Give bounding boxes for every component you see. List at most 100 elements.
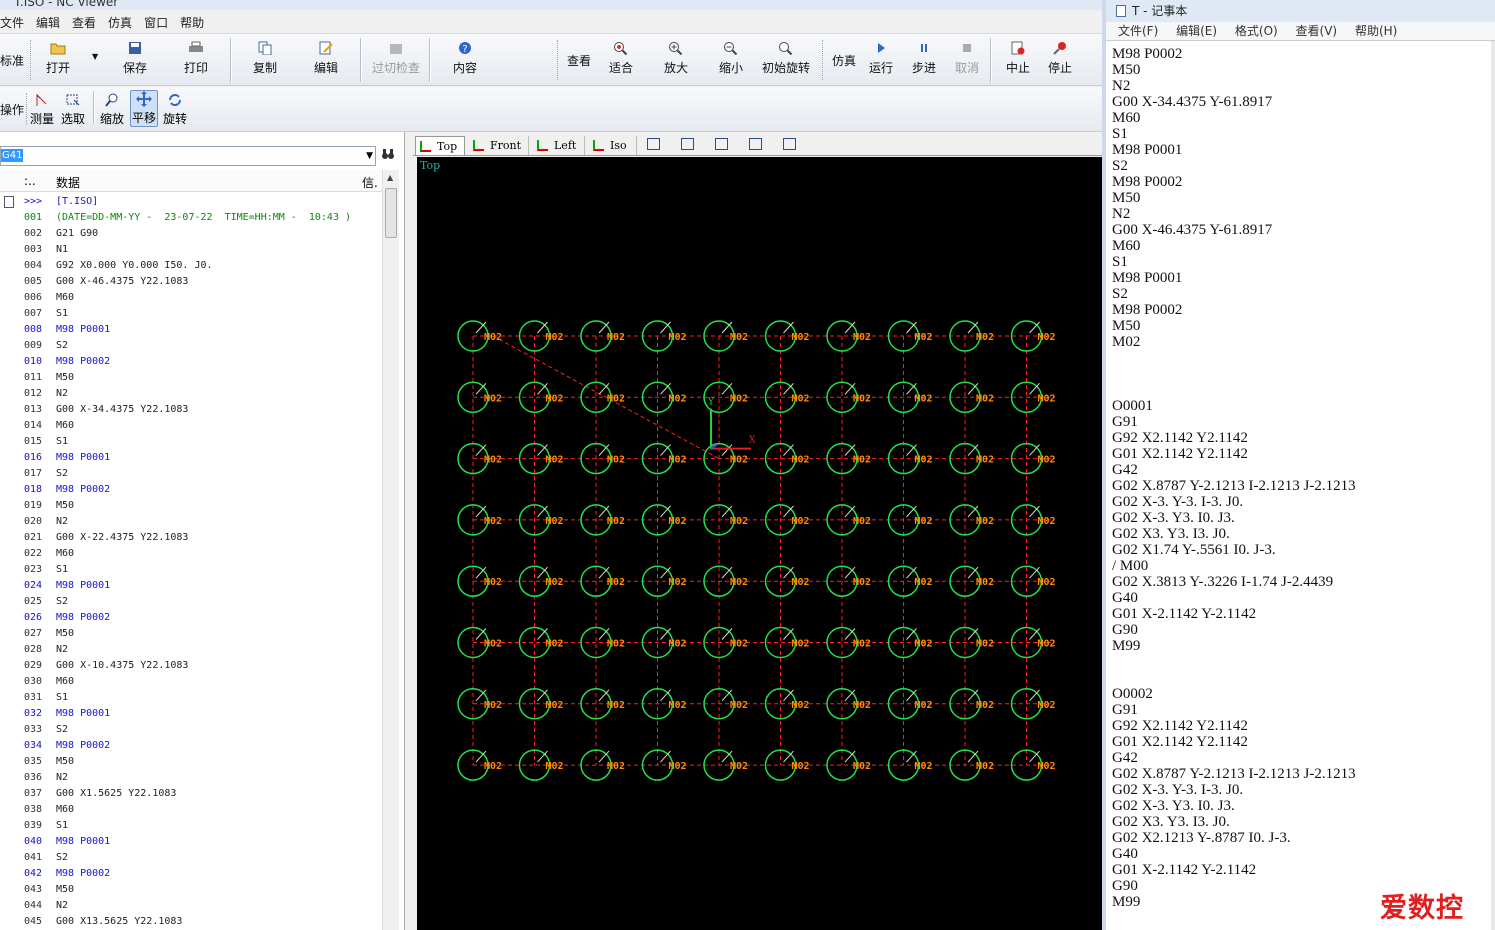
scroll-thumb[interactable]	[385, 188, 397, 238]
code-row[interactable]: 014 M60	[0, 418, 382, 434]
code-row[interactable]: 015 S1	[0, 434, 382, 450]
code-row[interactable]: 003 N1	[0, 242, 382, 258]
tab-left-view[interactable]: Left	[533, 136, 585, 155]
tab-top-view[interactable]: Top	[415, 136, 465, 155]
code-row[interactable]: 012 N2	[0, 386, 382, 402]
step-button[interactable]: 步进	[912, 40, 936, 76]
toolbar-grip[interactable]	[557, 40, 560, 80]
binoculars-find-icon[interactable]	[381, 148, 395, 164]
overcut-check-button[interactable]: 过切检查	[372, 40, 420, 76]
code-row[interactable]: 036 N2	[0, 770, 382, 786]
code-row[interactable]: 042 M98 P0002	[0, 866, 382, 882]
copy-button[interactable]: 复制	[253, 40, 277, 76]
content-button[interactable]: ? 内容	[453, 40, 477, 76]
layout-top-split-icon[interactable]	[749, 138, 762, 150]
code-row[interactable]: 016 M98 P0001	[0, 450, 382, 466]
fit-button[interactable]: 适合	[609, 40, 633, 76]
notepad-menu-format[interactable]: 格式(O)	[1235, 24, 1278, 38]
code-row[interactable]: 027 M50	[0, 626, 382, 642]
menu-window[interactable]: 窗口	[144, 14, 168, 31]
code-row[interactable]: 002 G21 G90	[0, 226, 382, 242]
initial-rotate-button[interactable]: 初始旋转	[762, 40, 810, 76]
open-button[interactable]: 打开	[46, 40, 70, 76]
notepad-scrollbar[interactable]	[1491, 41, 1495, 930]
chevron-down-icon[interactable]: ▼	[366, 151, 373, 161]
column-data[interactable]: 数据	[56, 174, 80, 191]
notepad-menu-help[interactable]: 帮助(H)	[1355, 24, 1397, 38]
code-row[interactable]: 019 M50	[0, 498, 382, 514]
notepad-menu-view[interactable]: 查看(V)	[1296, 24, 1338, 38]
notepad-menu-edit[interactable]: 编辑(E)	[1176, 24, 1217, 38]
menu-file[interactable]: 文件	[0, 14, 24, 31]
tab-iso-view[interactable]: Iso	[589, 136, 637, 155]
code-row[interactable]: 005 G00 X-46.4375 Y22.1083	[0, 274, 382, 290]
notepad-text-area[interactable]: M98 P0002 M50 N2 G00 X-34.4375 Y-61.8917 M60…	[1112, 46, 1492, 910]
layout-left-split-icon[interactable]	[681, 138, 694, 150]
layout-right-split-icon[interactable]	[715, 138, 728, 150]
block-search-combo[interactable]: G41 ▼	[0, 146, 376, 166]
code-row[interactable]: 023 S1	[0, 562, 382, 578]
edit-button[interactable]: 编辑	[314, 40, 338, 76]
save-button[interactable]: 保存	[123, 40, 147, 76]
code-row[interactable]: 037 G00 X1.5625 Y22.1083	[0, 786, 382, 802]
code-row[interactable]: 045 G00 X13.5625 Y22.1083	[0, 914, 382, 930]
code-row[interactable]: 031 S1	[0, 690, 382, 706]
code-row[interactable]: 034 M98 P0002	[0, 738, 382, 754]
code-row[interactable]: 011 M50	[0, 370, 382, 386]
code-row[interactable]: 020 N2	[0, 514, 382, 530]
zoom-in-button[interactable]: 放大	[664, 40, 688, 76]
code-row[interactable]: 033 S2	[0, 722, 382, 738]
code-row[interactable]: 006 M60	[0, 290, 382, 306]
code-row[interactable]: 030 M60	[0, 674, 382, 690]
measure-button[interactable]: 测量	[30, 92, 54, 127]
code-row[interactable]: 026 M98 P0002	[0, 610, 382, 626]
pan-button[interactable]: 平移	[130, 90, 159, 127]
code-row[interactable]: 029 G00 X-10.4375 Y22.1083	[0, 658, 382, 674]
menu-view[interactable]: 查看	[72, 14, 96, 31]
code-row[interactable]: 008 M98 P0001	[0, 322, 382, 338]
code-row[interactable]: 039 S1	[0, 818, 382, 834]
code-row[interactable]: 040 M98 P0001	[0, 834, 382, 850]
code-row[interactable]: 024 M98 P0001	[0, 578, 382, 594]
code-row[interactable]: 001 (DATE=DD-MM-YY - 23-07-22 TIME=HH:MM …	[0, 210, 382, 226]
code-row[interactable]: 009 S2	[0, 338, 382, 354]
select-button[interactable]: 选取	[61, 92, 85, 127]
code-row[interactable]: 010 M98 P0002	[0, 354, 382, 370]
code-scrollbar[interactable]: ▲	[382, 170, 399, 930]
code-row[interactable]: 044 N2	[0, 898, 382, 914]
code-row[interactable]: 041 S2	[0, 850, 382, 866]
code-row[interactable]: 013 G00 X-34.4375 Y22.1083	[0, 402, 382, 418]
menu-edit[interactable]: 编辑	[36, 14, 60, 31]
print-button[interactable]: 打印	[184, 40, 208, 76]
cancel-button[interactable]: 取消	[955, 40, 979, 76]
toolbar-grip[interactable]	[30, 40, 33, 80]
code-row[interactable]: 043 M50	[0, 882, 382, 898]
zoom-tool-button[interactable]: 缩放	[100, 92, 124, 127]
notepad-menu-file[interactable]: 文件(F)	[1118, 24, 1158, 38]
zoom-out-button[interactable]: 缩小	[719, 40, 743, 76]
code-row[interactable]: 018 M98 P0002	[0, 482, 382, 498]
menu-help[interactable]: 帮助	[180, 14, 204, 31]
code-row[interactable]: 004 G92 X0.000 Y0.000 I50. J0.	[0, 258, 382, 274]
code-row[interactable]: 032 M98 P0001	[0, 706, 382, 722]
code-row[interactable]: 035 M50	[0, 754, 382, 770]
code-row[interactable]: 021 G00 X-22.4375 Y22.1083	[0, 530, 382, 546]
toolbar-grip[interactable]	[822, 40, 825, 80]
run-button[interactable]: 运行	[869, 40, 893, 76]
code-row[interactable]: 025 S2	[0, 594, 382, 610]
column-info[interactable]: 信.	[362, 174, 378, 191]
layout-quad-icon[interactable]	[647, 138, 660, 150]
abort-button[interactable]: 中止	[1006, 40, 1030, 76]
code-row[interactable]: 017 S2	[0, 466, 382, 482]
code-row[interactable]: 022 M60	[0, 546, 382, 562]
code-row[interactable]: 007 S1	[0, 306, 382, 322]
rotate-button[interactable]: 旋转	[163, 92, 187, 127]
stop-button[interactable]: 停止	[1048, 40, 1072, 76]
menu-simulate[interactable]: 仿真	[108, 14, 132, 31]
toolbar-grip[interactable]	[26, 93, 29, 125]
code-file-row[interactable]: >>> [T.ISO]	[0, 194, 382, 210]
toolpath-canvas[interactable]: M02 M02 M02 M02 M02 M02 M02 M02 M02 M02 M02 M02 M02 M…	[417, 157, 1102, 930]
code-row[interactable]: 028 N2	[0, 642, 382, 658]
toolpath-svg[interactable]: M02 M02 M02 M02 M02 M02 M02 M02 M02 M02 M02 M02 M02 M…	[417, 157, 1102, 930]
code-row[interactable]: 038 M60	[0, 802, 382, 818]
